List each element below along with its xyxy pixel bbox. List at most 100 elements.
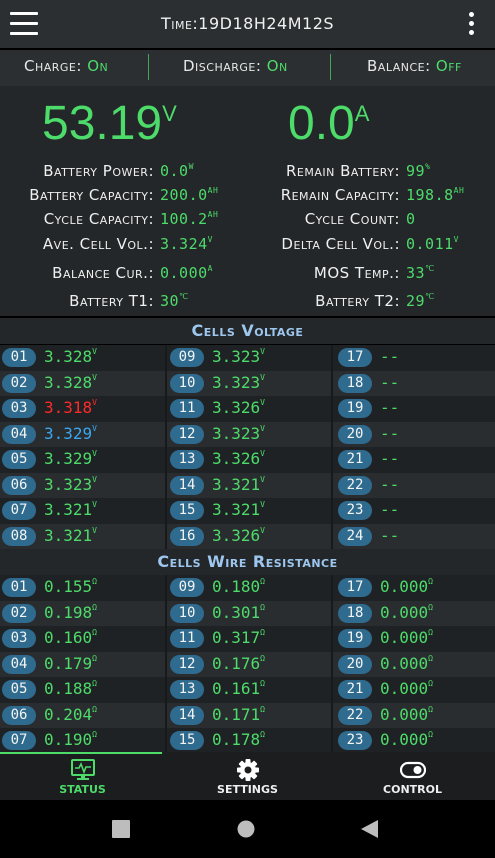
stat-unit: V: [453, 235, 459, 244]
cell-unit: V: [92, 449, 97, 458]
toggle-switch-icon: [400, 761, 426, 779]
cell-number: --: [380, 500, 400, 519]
column-divider: [331, 575, 333, 752]
run-time: Time:19D18H24M12S: [0, 14, 495, 33]
cell-unit: Ω: [260, 653, 265, 663]
stat-label: Remain Battery:: [286, 162, 400, 180]
stat-unit: ℃: [179, 292, 189, 301]
cell-number-badge: 22: [338, 705, 372, 725]
stat-unit: ℃: [425, 264, 435, 273]
cell-value: 0.301Ω: [212, 603, 265, 622]
cells-resistance-grid: 01 0.155Ω 02 0.198Ω 03 0.160Ω 04 0.179Ω 05 0.188Ω…: [0, 575, 495, 752]
cell-number: 0.155: [44, 577, 93, 596]
stat-unit: A: [207, 264, 213, 273]
cell-number: 0.161: [212, 679, 261, 698]
cell-value: 3.326V: [212, 526, 265, 545]
stat-value: 30℃: [160, 292, 189, 310]
cell-number-badge: 08: [2, 526, 36, 546]
cell-number-badge: 12: [170, 654, 204, 674]
cell-number-badge: 19: [338, 629, 372, 648]
gear-icon: [237, 759, 259, 781]
balance-value: Off: [435, 57, 462, 75]
circle-icon[interactable]: [237, 820, 255, 838]
cell-value: --: [380, 424, 399, 443]
discharge-status: Discharge: On: [183, 57, 288, 75]
cell-value: 0.161Ω: [212, 679, 265, 698]
cell-unit: Ω: [428, 679, 433, 688]
stat-label: Cycle Capacity:: [43, 210, 154, 228]
cell-unit: Ω: [260, 679, 265, 688]
cell-number-badge: 15: [170, 731, 204, 750]
cell-number-badge: 01: [2, 578, 36, 597]
stat-unit: W: [188, 162, 194, 171]
battery-summary-panel: 53.19V 0.0A Battery Power: 0.0W Battery Ca…: [0, 86, 495, 316]
cell-number: 0.000: [380, 679, 429, 698]
divider: [330, 54, 331, 80]
cell-number: 3.321: [44, 525, 93, 545]
cell-unit: V: [92, 525, 97, 535]
cell-value: 0.188Ω: [44, 679, 97, 698]
total-current: 0.0A: [288, 96, 369, 151]
cell-unit: V: [260, 525, 265, 535]
cell-number: 3.321: [212, 500, 261, 519]
cell-number: 0.180: [212, 577, 261, 596]
discharge-label: Discharge:: [183, 57, 262, 75]
cell-number: 0.301: [212, 602, 261, 622]
cell-value: 0.317Ω: [212, 628, 265, 647]
tab-status[interactable]: STATUS: [0, 752, 165, 800]
cell-number-badge: 03: [2, 629, 36, 648]
cell-unit: V: [92, 347, 97, 356]
triangle-back-icon[interactable]: [360, 820, 378, 838]
cell-value: --: [380, 347, 399, 366]
cell-unit: Ω: [92, 577, 97, 586]
cell-number-badge: 11: [170, 629, 204, 648]
square-icon[interactable]: [112, 820, 130, 838]
cell-number: 3.326: [212, 525, 261, 545]
cell-value: 3.321V: [212, 500, 265, 519]
stat-label: Battery T2:: [315, 292, 400, 310]
stat-number: 198.8: [406, 186, 454, 204]
stat-value: 200.0AH: [160, 186, 218, 204]
cell-value: 3.329V: [44, 424, 97, 443]
cell-number-badge: 01: [2, 348, 36, 367]
cell-number-badge: 18: [338, 373, 372, 393]
cell-value: 3.321V: [44, 500, 97, 519]
stat-value: 198.8AH: [406, 186, 464, 204]
cell-unit: Ω: [92, 704, 97, 714]
cell-number-badge: 12: [170, 424, 204, 444]
cell-unit: Ω: [428, 577, 433, 586]
stat-number: 3.324: [160, 235, 208, 253]
stat-unit: ℃: [425, 292, 435, 301]
column-divider: [165, 575, 167, 752]
stat-unit: AH: [207, 186, 219, 195]
cell-number-badge: 23: [338, 501, 372, 520]
cell-number: 0.188: [44, 679, 93, 698]
cell-value: 0.179Ω: [44, 654, 97, 673]
stat-row: Balance Cur.: 0.000A: [4, 264, 212, 286]
cell-number-badge: 14: [170, 475, 204, 495]
cell-number-badge: 10: [170, 373, 204, 393]
stat-label: MOS Temp.:: [313, 264, 400, 282]
cell-value: 0.000Ω: [380, 705, 433, 724]
cell-number: 0.179: [44, 653, 93, 673]
time-value: 19D18H24M12S: [198, 14, 335, 33]
stat-number: 0.000: [160, 264, 208, 282]
cell-unit: Ω: [92, 730, 97, 739]
divider: [148, 54, 149, 80]
cell-number: 0.204: [44, 704, 93, 724]
cell-unit: V: [260, 347, 265, 356]
cells-resistance-title: Cells Wire Resistance: [0, 549, 495, 575]
cell-number: 3.323: [212, 372, 261, 392]
tab-control[interactable]: CONTROL: [330, 752, 495, 800]
charge-value: On: [87, 57, 109, 75]
cell-number-badge: 13: [170, 680, 204, 699]
tab-settings[interactable]: SETTINGS: [165, 752, 330, 800]
cell-value: 0.000Ω: [380, 628, 433, 647]
cell-unit: Ω: [260, 628, 265, 637]
stat-number: 0.0: [160, 162, 189, 180]
cell-value: 0.000Ω: [380, 730, 433, 749]
cell-number-badge: 07: [2, 731, 36, 750]
more-vertical-icon[interactable]: [467, 10, 477, 38]
cell-unit: V: [92, 500, 97, 509]
stat-label: Delta Cell Vol.:: [281, 235, 400, 253]
